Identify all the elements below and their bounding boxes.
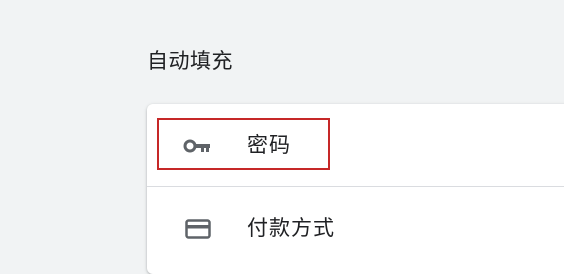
autofill-item-passwords[interactable]: 密码 <box>147 108 564 186</box>
autofill-item-payment-methods[interactable]: 付款方式 <box>147 186 564 265</box>
credit-card-icon <box>183 219 213 239</box>
key-icon <box>183 136 213 156</box>
autofill-item-label: 密码 <box>247 133 291 157</box>
autofill-item-label: 付款方式 <box>247 216 335 240</box>
autofill-section-title: 自动填充 <box>147 49 233 73</box>
autofill-card: 密码 付款方式 <box>147 104 564 274</box>
